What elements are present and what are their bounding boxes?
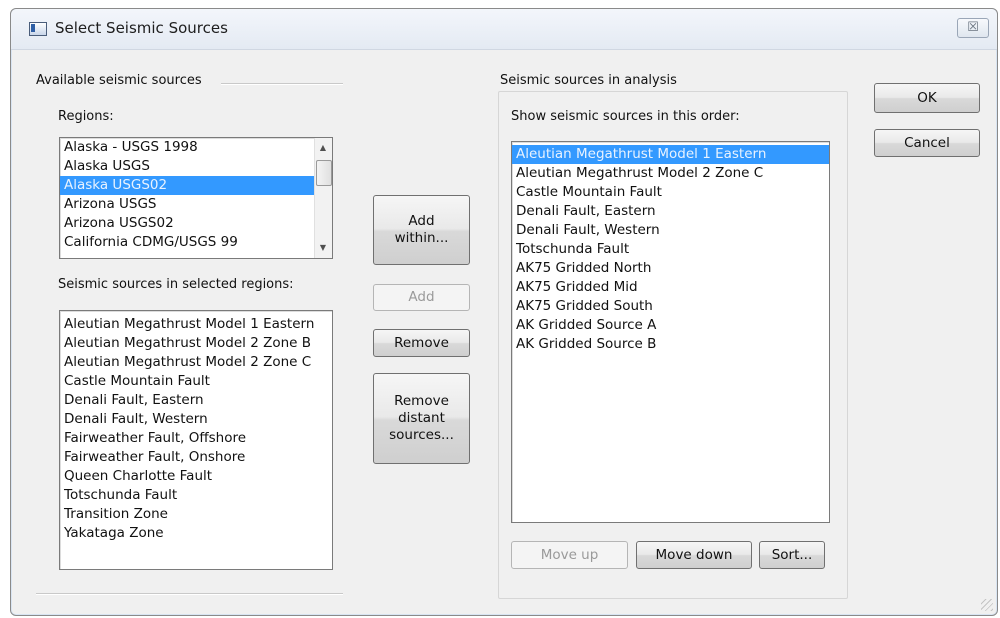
dialog-window: Select Seismic Sources ☒ Available seism… <box>10 8 998 616</box>
available-bottom-divider <box>36 593 343 595</box>
analysis-source-list-item[interactable]: AK75 Gridded South <box>512 297 829 316</box>
close-icon: ☒ <box>967 20 979 35</box>
analysis-source-list-item[interactable]: Aleutian Megathrust Model 1 Eastern <box>512 145 829 164</box>
analysis-group-label: Seismic sources in analysis <box>500 73 677 88</box>
window-app-icon <box>29 22 47 36</box>
cancel-button[interactable]: Cancel <box>874 129 980 157</box>
region-source-list-item[interactable]: Yakataga Zone <box>60 524 332 543</box>
region-source-list-item[interactable]: Denali Fault, Western <box>60 410 332 429</box>
analysis-source-list-item[interactable]: AK Gridded Source A <box>512 316 829 335</box>
region-source-list-item[interactable]: Fairweather Fault, Offshore <box>60 429 332 448</box>
remove-button[interactable]: Remove <box>373 329 470 357</box>
resize-grip-icon[interactable] <box>981 599 993 611</box>
region-list-item[interactable]: Arizona USGS <box>60 195 332 214</box>
available-group-label: Available seismic sources <box>36 73 202 88</box>
region-source-list-item[interactable]: Queen Charlotte Fault <box>60 467 332 486</box>
scroll-down-icon[interactable]: ▼ <box>318 240 328 256</box>
region-source-list-item[interactable]: Transition Zone <box>60 505 332 524</box>
region-sources-list: Aleutian Megathrust Model 1 Eastern Aleut… <box>60 311 332 543</box>
region-list-item[interactable]: Alaska - USGS 1998 <box>60 138 332 157</box>
title-bar[interactable]: Select Seismic Sources ☒ <box>11 9 997 50</box>
analysis-source-list-item[interactable]: Aleutian Megathrust Model 2 Zone C <box>512 164 829 183</box>
remove-distant-button[interactable]: Remove distant sources... <box>373 373 470 464</box>
order-label: Show seismic sources in this order: <box>511 109 740 124</box>
region-source-list-item[interactable]: Aleutian Megathrust Model 2 Zone C <box>60 353 332 372</box>
analysis-listbox[interactable]: Aleutian Megathrust Model 1 Eastern Aleut… <box>511 141 830 523</box>
analysis-source-list-item[interactable]: Denali Fault, Western <box>512 221 829 240</box>
add-button[interactable]: Add <box>373 284 470 311</box>
scroll-up-icon[interactable]: ▲ <box>318 140 328 156</box>
analysis-source-list-item[interactable]: AK75 Gridded Mid <box>512 278 829 297</box>
window-title: Select Seismic Sources <box>55 19 228 37</box>
region-source-list-item[interactable]: Denali Fault, Eastern <box>60 391 332 410</box>
regions-scrollbar[interactable]: ▲ ▼ <box>314 138 332 258</box>
available-group-divider <box>221 83 343 85</box>
region-list-item[interactable]: California CDMG/USGS 99 <box>60 233 332 252</box>
close-button[interactable]: ☒ <box>957 18 989 38</box>
regions-list: Alaska - USGS 1998 Alaska USGS Alaska USGS… <box>60 138 332 252</box>
regions-listbox[interactable]: Alaska - USGS 1998 Alaska USGS Alaska USGS… <box>59 137 333 259</box>
region-sources-listbox[interactable]: Aleutian Megathrust Model 1 Eastern Aleut… <box>59 310 333 570</box>
analysis-source-list-item[interactable]: Castle Mountain Fault <box>512 183 829 202</box>
region-list-item[interactable]: Alaska USGS <box>60 157 332 176</box>
analysis-source-list-item[interactable]: AK Gridded Source B <box>512 335 829 354</box>
region-source-list-item[interactable]: Aleutian Megathrust Model 2 Zone B <box>60 334 332 353</box>
analysis-source-list-item[interactable]: Denali Fault, Eastern <box>512 202 829 221</box>
region-source-list-item[interactable]: Totschunda Fault <box>60 486 332 505</box>
region-list-item[interactable]: Alaska USGS02 <box>60 176 332 195</box>
add-within-button[interactable]: Add within... <box>373 195 470 265</box>
regions-label: Regions: <box>58 109 114 124</box>
move-down-button[interactable]: Move down <box>636 541 752 569</box>
analysis-source-list-item[interactable]: Totschunda Fault <box>512 240 829 259</box>
analysis-source-list-item[interactable]: AK75 Gridded North <box>512 259 829 278</box>
region-source-list-item[interactable]: Aleutian Megathrust Model 1 Eastern <box>60 315 332 334</box>
region-list-item[interactable]: Arizona USGS02 <box>60 214 332 233</box>
sources-in-regions-label: Seismic sources in selected regions: <box>58 277 294 292</box>
move-up-button[interactable]: Move up <box>511 541 628 569</box>
scroll-thumb[interactable] <box>316 160 332 186</box>
ok-button[interactable]: OK <box>874 83 980 113</box>
region-source-list-item[interactable]: Castle Mountain Fault <box>60 372 332 391</box>
sort-button[interactable]: Sort... <box>759 541 825 569</box>
region-source-list-item[interactable]: Fairweather Fault, Onshore <box>60 448 332 467</box>
analysis-sources-list: Aleutian Megathrust Model 1 Eastern Aleut… <box>512 142 829 354</box>
